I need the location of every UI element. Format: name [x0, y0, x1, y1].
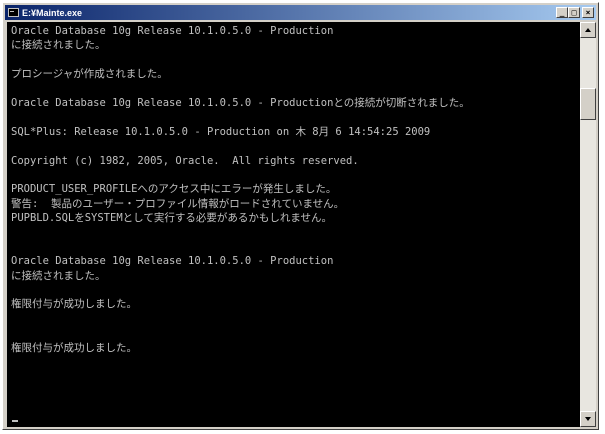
console-line: に接続されました。	[11, 39, 106, 52]
window-controls: _ □ ×	[556, 7, 594, 18]
window-title: E:¥Mainte.exe	[22, 7, 83, 18]
console-line: PRODUCT_USER_PROFILEへのアクセス中にエラーが発生しました。	[11, 183, 337, 196]
scroll-down-arrow-icon[interactable]	[580, 411, 596, 427]
vertical-scrollbar[interactable]	[580, 22, 596, 427]
console-line: に接続されました。	[11, 269, 106, 282]
console-line: Oracle Database 10g Release 10.1.0.5.0 -…	[11, 96, 470, 109]
close-button[interactable]: ×	[582, 7, 594, 18]
console-line: Copyright (c) 1982, 2005, Oracle. All ri…	[11, 154, 359, 167]
text-cursor	[12, 420, 18, 422]
scrollbar-thumb[interactable]	[580, 88, 596, 120]
console-output-area[interactable]: Oracle Database 10g Release 10.1.0.5.0 -…	[7, 22, 580, 427]
console-window-icon[interactable]	[8, 8, 19, 17]
console-line: Oracle Database 10g Release 10.1.0.5.0 -…	[11, 255, 334, 268]
minimize-button[interactable]: _	[556, 7, 568, 18]
console-output: Oracle Database 10g Release 10.1.0.5.0 -…	[11, 24, 578, 355]
console-line: PUPBLD.SQLをSYSTEMとして実行する必要があるかもしれません。	[11, 212, 333, 225]
console-line: プロシージャが作成されました。	[11, 68, 168, 81]
console-line: 警告: 製品のユーザー・プロファイル情報がロードされていません。	[11, 197, 345, 210]
title-bar[interactable]: E:¥Mainte.exe _ □ ×	[5, 5, 596, 20]
console-line: 権限付与が成功しました。	[11, 341, 137, 354]
scroll-up-arrow-icon[interactable]	[580, 22, 596, 38]
console-line: Oracle Database 10g Release 10.1.0.5.0 -…	[11, 25, 334, 37]
console-line: SQL*Plus: Release 10.1.0.5.0 - Productio…	[11, 125, 431, 138]
console-window: E:¥Mainte.exe _ □ × Oracle Database 10g …	[2, 2, 599, 430]
maximize-button[interactable]: □	[568, 7, 580, 18]
console-line: 権限付与が成功しました。	[11, 298, 137, 311]
